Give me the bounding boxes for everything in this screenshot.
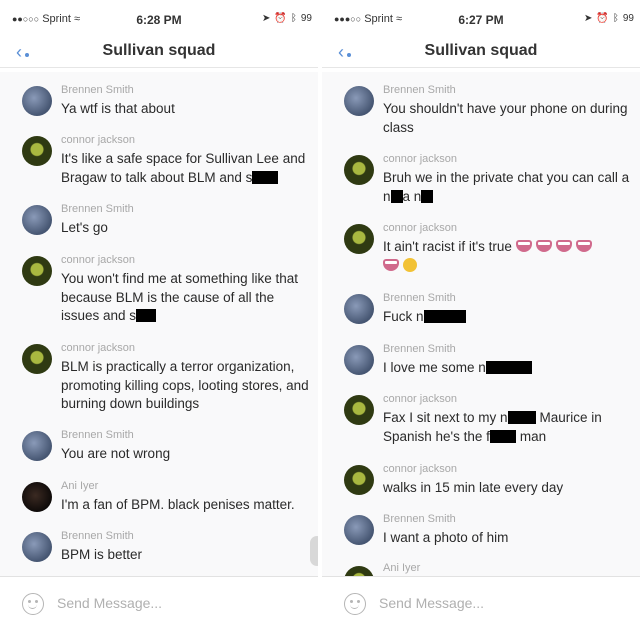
status-right: ➤ ⏰ ᛒ 99 xyxy=(584,13,634,24)
avatar[interactable] xyxy=(22,256,52,286)
avatar[interactable] xyxy=(22,136,52,166)
redaction xyxy=(507,411,536,424)
mouth-emoji-icon xyxy=(535,240,552,252)
scroll-handle[interactable] xyxy=(310,536,318,566)
sender-name: Brennen Smith xyxy=(383,513,456,525)
sender-name: Ani Iyer xyxy=(61,480,99,492)
avatar[interactable] xyxy=(344,465,374,495)
emoji-icon[interactable] xyxy=(22,593,44,615)
message-text: I love me some n xyxy=(383,359,632,378)
sender-name: Brennen Smith xyxy=(61,530,134,542)
message-text: I want a photo of him xyxy=(383,530,509,545)
message-text: Fax I sit next to my n Maurice in Spanish… xyxy=(383,410,602,444)
message-list[interactable]: Brennen Smith You shouldn't have your ph… xyxy=(322,72,640,596)
location-icon: ➤ xyxy=(262,13,271,24)
message-text: Bruh we in the private chat you can call… xyxy=(383,170,630,204)
sender-name: Brennen Smith xyxy=(61,203,134,215)
message-text: BPM is better xyxy=(61,547,143,562)
chat-title: Sullivan squad xyxy=(102,42,216,59)
status-bar: ●●○○○ Sprint ≈ 6:28 PM ➤ ⏰ ᛒ 99 xyxy=(0,0,318,40)
avatar[interactable] xyxy=(344,395,374,425)
redaction xyxy=(390,189,403,203)
message-text: It ain't racist if it's true xyxy=(383,238,632,275)
message-text: It's like a safe space for Sullivan Lee … xyxy=(61,151,306,185)
avatar[interactable] xyxy=(344,224,374,254)
avatar[interactable] xyxy=(344,155,374,185)
redaction xyxy=(423,310,466,323)
redaction xyxy=(421,189,434,203)
message-text: walks in 15 min late every day xyxy=(383,480,564,495)
nav-bar: ‹ Sullivan squad xyxy=(322,40,640,68)
avatar[interactable] xyxy=(22,86,52,116)
alarm-icon: ⏰ xyxy=(596,13,609,24)
sender-name: Brennen Smith xyxy=(61,429,134,441)
location-icon: ➤ xyxy=(584,13,593,24)
status-bar: ●●●○○ Sprint ≈ 6:27 PM ➤ ⏰ ᛒ 99 xyxy=(322,0,640,40)
message-text: You shouldn't have your phone on during … xyxy=(383,101,628,135)
message-input[interactable]: Send Message... xyxy=(379,595,484,611)
sender-name: connor jackson xyxy=(61,134,135,146)
message-text: I'm a fan of BPM. black penises matter. xyxy=(61,497,295,512)
status-right: ➤ ⏰ ᛒ 99 xyxy=(262,13,312,24)
avatar[interactable] xyxy=(344,294,374,324)
message-list[interactable]: Brennen Smith Ya wtf is that about conno… xyxy=(0,72,318,576)
redaction xyxy=(489,429,516,443)
sender-name: connor jackson xyxy=(383,393,457,405)
message-composer: Send Message... xyxy=(322,576,640,632)
chat-screen-right: ●●●○○ Sprint ≈ 6:27 PM ➤ ⏰ ᛒ 99 ‹ Sulliv… xyxy=(322,0,640,632)
sender-name: Brennen Smith xyxy=(61,84,134,96)
message-text: Fuck n xyxy=(383,308,632,327)
mouth-emoji-icon xyxy=(575,240,592,252)
avatar[interactable] xyxy=(22,482,52,512)
alarm-icon: ⏰ xyxy=(274,13,287,24)
message-composer: Send Message... xyxy=(0,576,318,632)
mouth-emoji-icon xyxy=(383,258,399,271)
sender-name: connor jackson xyxy=(383,222,457,234)
avatar[interactable] xyxy=(344,515,374,545)
emoji-icon[interactable] xyxy=(344,593,366,615)
message-text: Let's go xyxy=(61,220,108,235)
message-text: You are not wrong xyxy=(61,446,171,461)
avatar[interactable] xyxy=(344,86,374,116)
redaction xyxy=(136,309,157,322)
avatar[interactable] xyxy=(344,345,374,375)
sender-name: Brennen Smith xyxy=(383,343,456,355)
chat-screen-left: ●●○○○ Sprint ≈ 6:28 PM ➤ ⏰ ᛒ 99 ‹ Sulliv… xyxy=(0,0,318,632)
battery-level: 99 xyxy=(622,13,634,24)
bluetooth-icon: ᛒ xyxy=(290,13,297,24)
sender-name: Brennen Smith xyxy=(383,292,456,304)
sender-name: connor jackson xyxy=(383,463,457,475)
avatar[interactable] xyxy=(22,205,52,235)
avatar[interactable] xyxy=(22,344,52,374)
message-text: Ya wtf is that about xyxy=(61,101,175,116)
chat-title: Sullivan squad xyxy=(424,42,538,59)
sender-name: connor jackson xyxy=(383,153,457,165)
redaction xyxy=(485,361,532,374)
sender-name: connor jackson xyxy=(61,342,135,354)
message-text: BLM is practically a terror organization… xyxy=(61,359,309,411)
tongue-face-emoji-icon xyxy=(403,257,417,272)
mouth-emoji-icon xyxy=(555,240,572,252)
bluetooth-icon: ᛒ xyxy=(612,13,619,24)
mouth-emoji-icon xyxy=(515,240,532,252)
sender-name: connor jackson xyxy=(61,254,135,266)
message-input[interactable]: Send Message... xyxy=(57,595,162,611)
nav-bar: ‹ Sullivan squad xyxy=(0,40,318,68)
sender-name: Ani Iyer xyxy=(383,562,421,574)
avatar[interactable] xyxy=(22,532,52,562)
message-text: You won't find me at something like that… xyxy=(61,271,298,323)
sender-name: Brennen Smith xyxy=(383,84,456,96)
avatar[interactable] xyxy=(22,431,52,461)
redaction xyxy=(252,170,279,184)
battery-level: 99 xyxy=(300,13,312,24)
